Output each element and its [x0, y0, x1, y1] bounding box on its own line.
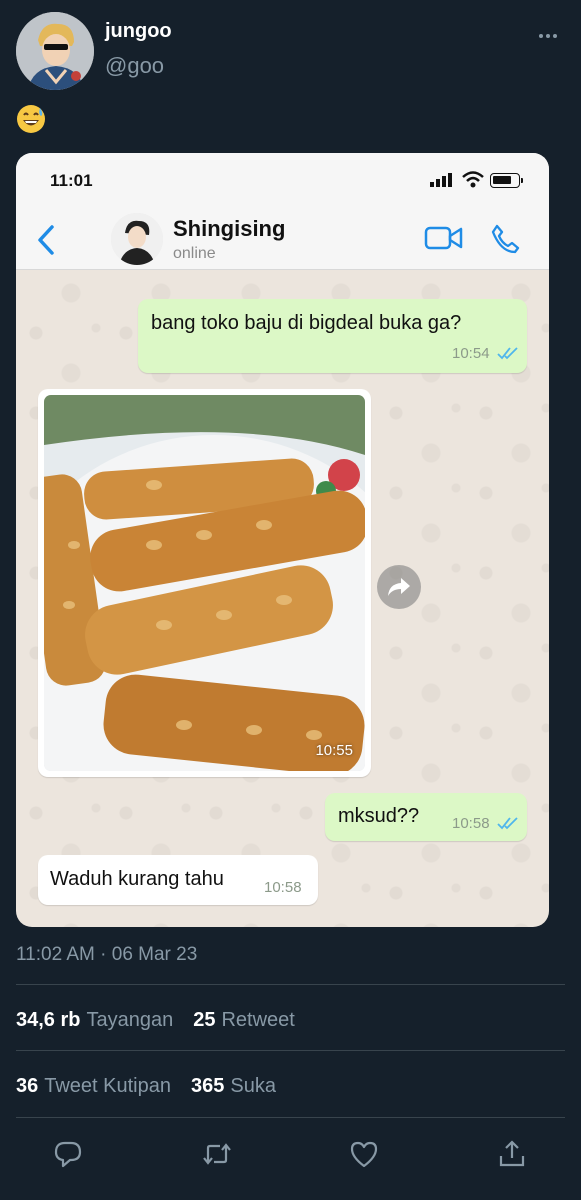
- forward-arrow-icon: [388, 578, 410, 596]
- divider: [16, 1050, 565, 1051]
- read-ticks-icon: [497, 347, 518, 360]
- message-text: Waduh kurang tahu: [50, 868, 224, 890]
- signal-icon: [430, 173, 452, 187]
- stat-label: Tweet Kutipan: [44, 1075, 171, 1097]
- share-icon[interactable]: [496, 1138, 528, 1170]
- contact-name[interactable]: Shingising: [173, 216, 285, 242]
- status-bar-time: 11:01: [50, 171, 93, 190]
- stats-row-quotes-likes: 36 Tweet Kutipan 365 Suka: [16, 1075, 276, 1098]
- message-text: bang toko baju di bigdeal buka ga?: [151, 312, 462, 334]
- divider: [16, 1117, 565, 1118]
- retweet-icon[interactable]: [201, 1138, 233, 1170]
- stat-number: 34,6 rb: [16, 1009, 81, 1031]
- message-time: 10:54: [452, 345, 490, 362]
- wifi-icon: [462, 171, 484, 188]
- likes-stat[interactable]: 365 Suka: [191, 1075, 276, 1098]
- voice-call-icon[interactable]: [489, 223, 521, 255]
- read-ticks-icon: [497, 817, 518, 830]
- stat-label: Retweet: [221, 1009, 295, 1031]
- contact-status: online: [173, 245, 216, 262]
- tempeh-illustration: [44, 395, 365, 771]
- incoming-message[interactable]: Waduh kurang tahu 10:58: [38, 855, 318, 905]
- attached-screenshot[interactable]: 11:01 Shingising online bang toko baju d…: [16, 153, 549, 927]
- tempeh-photo[interactable]: 10:55: [44, 395, 365, 771]
- outgoing-message[interactable]: mksud?? 10:58: [325, 793, 527, 841]
- incoming-image-message[interactable]: 10:55: [38, 389, 371, 777]
- more-options-icon[interactable]: [531, 24, 565, 48]
- tweet-action-bar: [0, 1130, 581, 1176]
- stat-number: 25: [193, 1009, 216, 1031]
- battery-icon: [490, 173, 523, 188]
- chat-header: 11:01 Shingising online: [16, 153, 549, 270]
- message-time: 10:58: [264, 879, 302, 896]
- contact-avatar-illustration: [111, 213, 163, 265]
- image-time: 10:55: [315, 742, 353, 759]
- forward-icon[interactable]: [377, 565, 421, 609]
- stat-number: 365: [191, 1075, 225, 1097]
- tweet-header: jungoo @goo: [16, 12, 565, 92]
- user-handle[interactable]: @goo: [105, 53, 164, 79]
- message-time: 10:58: [452, 815, 490, 832]
- avatar-illustration: [16, 12, 94, 90]
- divider: [16, 984, 565, 985]
- display-name[interactable]: jungoo: [105, 20, 172, 43]
- video-call-icon[interactable]: [424, 225, 464, 251]
- tweet-timestamp[interactable]: 11:02 AM · 06 Mar 23: [16, 944, 197, 966]
- stat-number: 36: [16, 1075, 39, 1097]
- quote-tweets-stat[interactable]: 36 Tweet Kutipan: [16, 1075, 171, 1098]
- back-chevron-icon[interactable]: [34, 223, 58, 257]
- reply-icon[interactable]: [52, 1138, 84, 1170]
- like-icon[interactable]: [348, 1138, 380, 1170]
- stat-label: Suka: [230, 1075, 276, 1097]
- stat-label: Tayangan: [86, 1009, 174, 1031]
- message-text: mksud??: [338, 805, 420, 827]
- views-stat[interactable]: 34,6 rb Tayangan: [16, 1009, 173, 1032]
- user-avatar[interactable]: [16, 12, 94, 90]
- grinning-sweat-emoji: [17, 105, 45, 133]
- outgoing-message[interactable]: bang toko baju di bigdeal buka ga? 10:54: [138, 299, 527, 373]
- stats-row-views-retweets: 34,6 rb Tayangan 25 Retweet: [16, 1009, 295, 1032]
- retweets-stat[interactable]: 25 Retweet: [193, 1009, 295, 1032]
- contact-avatar[interactable]: [111, 213, 163, 265]
